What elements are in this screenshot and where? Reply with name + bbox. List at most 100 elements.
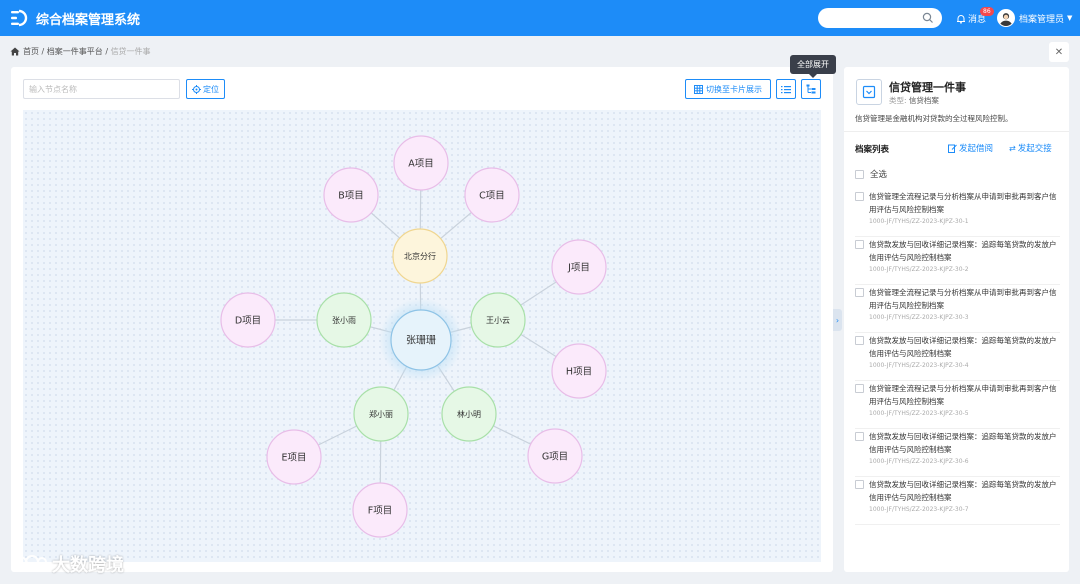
user-menu[interactable]: 档案管理员 ▼ [997, 9, 1072, 27]
locate-label: 定位 [203, 84, 219, 94]
expand-all-button[interactable] [801, 79, 821, 99]
graph-node[interactable]: E项目 [266, 429, 322, 485]
archive-title[interactable]: 信贷管理全流程记录与分析档案从申请到审批再到客户信用评估与风险控制档案 [869, 190, 1061, 216]
breadcrumb-home[interactable]: 首页 [23, 46, 39, 57]
app-title: 综合档案管理系统 [36, 12, 141, 28]
tree-icon [806, 84, 816, 94]
archive-item[interactable]: 信贷款发放与回收详细记录档案：追踪每笔贷款的发放户信用评估与风险控制档案 1000… [855, 333, 1060, 381]
watermark-text: 大数跨境 [52, 555, 124, 576]
watermark-logo-icon [12, 555, 47, 572]
graph-node[interactable]: C项目 [464, 167, 520, 223]
graph-node[interactable]: 北京分行 [392, 228, 448, 284]
graph-node[interactable]: 王小云 [470, 292, 526, 348]
archive-list-title: 档案列表 [855, 145, 890, 155]
graph-node-label: 北京分行 [404, 251, 436, 261]
switch-card-view-button[interactable]: 切换至卡片展示 [685, 79, 771, 99]
graph-node[interactable]: F项目 [352, 482, 408, 538]
list-icon [781, 85, 791, 93]
archive-item[interactable]: 信贷管理全流程记录与分析档案从申请到审批再到客户信用评估与风险控制档案 1000-… [855, 381, 1060, 429]
expand-all-tooltip: 全部展开 [790, 55, 836, 78]
archive-item[interactable]: 信贷款发放与回收详细记录档案：追踪每笔贷款的发放户信用评估与风险控制档案 1000… [855, 237, 1060, 285]
breadcrumb-current: 信贷一件事 [110, 47, 151, 56]
graph-node-label: E项目 [281, 452, 306, 463]
avatar [997, 9, 1015, 27]
chevron-right-icon: › [835, 315, 840, 325]
global-search-input[interactable] [818, 8, 942, 28]
breadcrumb-platform[interactable]: 档案一件事平台 [47, 46, 103, 57]
graph-node[interactable]: J项目 [551, 239, 607, 295]
logo-icon [11, 9, 28, 27]
checkbox[interactable] [855, 169, 864, 179]
close-icon: ✕ [1054, 46, 1064, 58]
breadcrumb-separator: / [102, 47, 111, 56]
archive-title[interactable]: 信贷管理全流程记录与分析档案从申请到审批再到客户信用评估与风险控制档案 [869, 382, 1061, 408]
graph-node-label: H项目 [566, 366, 592, 377]
graph-panel: 定位 切换至卡片展示 [11, 67, 833, 572]
archive-list: 信贷管理全流程记录与分析档案从申请到审批再到客户信用评估与风险控制档案 1000-… [855, 189, 1060, 525]
checkbox[interactable] [855, 432, 864, 441]
checkbox[interactable] [855, 480, 864, 489]
node-search-input[interactable] [23, 79, 180, 99]
watermark: 大数跨境 [10, 551, 124, 577]
checkbox[interactable] [855, 336, 864, 345]
graph-node-label: 林小明 [457, 409, 481, 419]
graph-node[interactable]: G项目 [527, 428, 583, 484]
graph-node[interactable]: H项目 [551, 343, 607, 399]
checkbox[interactable] [855, 384, 864, 393]
archive-title[interactable]: 信贷款发放与回收详细记录档案：追踪每笔贷款的发放户信用评估与风险控制档案 [869, 334, 1061, 360]
list-view-button[interactable] [776, 79, 796, 99]
message-count-badge: 86 [980, 7, 994, 16]
crosshair-icon [192, 84, 201, 94]
archive-item[interactable]: 信贷款发放与回收详细记录档案：追踪每笔贷款的发放户信用评估与风险控制档案 1000… [855, 429, 1060, 477]
transfer-button[interactable]: ⇄ 发起交接 [1009, 142, 1052, 155]
archive-title[interactable]: 信贷款发放与回收详细记录档案：追踪每笔贷款的发放户信用评估与风险控制档案 [869, 478, 1061, 504]
graph-node[interactable]: A项目 [393, 135, 449, 191]
type-label: 类型: [889, 96, 907, 105]
archive-title[interactable]: 信贷管理全流程记录与分析档案从申请到审批再到客户信用评估与风险控制档案 [869, 286, 1061, 312]
graph-node[interactable]: D项目 [220, 292, 276, 348]
archive-code: 1000-JF/TYHS/ZZ-2023-KJPZ-30-7 [869, 506, 969, 513]
archive-item[interactable]: 信贷管理全流程记录与分析档案从申请到审批再到客户信用评估与风险控制档案 1000-… [855, 285, 1060, 333]
card-view-label: 切换至卡片展示 [706, 84, 762, 94]
graph-node[interactable]: 张小雨 [316, 292, 372, 348]
select-all-label: 全选 [870, 170, 888, 180]
collapse-panel-handle[interactable]: › [833, 309, 842, 331]
checkbox[interactable] [855, 288, 864, 297]
archive-code: 1000-JF/TYHS/ZZ-2023-KJPZ-30-3 [869, 314, 969, 321]
graph-node-label: A项目 [408, 158, 434, 169]
relationship-graph-canvas[interactable]: 张珊珊 北京分行张小雨 王小云郑小丽 林小明 A项目 B项目 C项目 D项目 J项目 H项目 E项目… [23, 110, 821, 562]
checkbox[interactable] [855, 240, 864, 249]
borrow-button[interactable]: 发起借阅 [948, 142, 993, 154]
archive-code: 1000-JF/TYHS/ZZ-2023-KJPZ-30-5 [869, 410, 969, 417]
breadcrumb-separator: / [39, 47, 47, 56]
graph-node-label: 张小雨 [332, 316, 356, 325]
archive-item[interactable]: 信贷款发放与回收详细记录档案：追踪每笔贷款的发放户信用评估与风险控制档案 1000… [855, 477, 1060, 525]
detail-panel: 信贷管理一件事 类型: 信贷档案 信贷管理是金融机构对贷款的全过程风险控制。 档… [844, 67, 1069, 572]
archive-box-icon [856, 79, 882, 105]
archive-item[interactable]: 信贷管理全流程记录与分析档案从申请到审批再到客户信用评估与风险控制档案 1000-… [855, 189, 1060, 237]
archive-code: 1000-JF/TYHS/ZZ-2023-KJPZ-30-2 [869, 266, 969, 273]
graph-node-label: D项目 [235, 315, 261, 326]
graph-node-label: G项目 [542, 451, 568, 462]
graph-node[interactable]: 张珊珊 [379, 298, 463, 382]
archive-code: 1000-JF/TYHS/ZZ-2023-KJPZ-30-1 [869, 218, 969, 225]
borrow-label: 发起借阅 [959, 144, 994, 154]
graph-node[interactable]: B项目 [323, 167, 379, 223]
close-button[interactable]: ✕ [1049, 42, 1069, 62]
search-icon[interactable] [922, 12, 934, 24]
detail-title: 信贷管理一件事 [889, 81, 966, 94]
graph-node[interactable]: 郑小丽 [353, 386, 409, 442]
archive-title[interactable]: 信贷款发放与回收详细记录档案：追踪每笔贷款的发放户信用评估与风险控制档案 [869, 238, 1061, 264]
transfer-label: 发起交接 [1017, 144, 1052, 154]
archive-title[interactable]: 信贷款发放与回收详细记录档案：追踪每笔贷款的发放户信用评估与风险控制档案 [869, 430, 1061, 456]
graph-node-label: 郑小丽 [369, 409, 393, 419]
graph-node[interactable]: 林小明 [441, 386, 497, 442]
relationship-graph: 张珊珊 北京分行张小雨 王小云郑小丽 林小明 A项目 B项目 C项目 D项目 J项目 H项目 E项目… [220, 135, 607, 538]
archive-code: 1000-JF/TYHS/ZZ-2023-KJPZ-30-4 [869, 362, 969, 369]
checkbox[interactable] [855, 192, 864, 201]
type-value: 信贷档案 [908, 96, 939, 105]
home-icon[interactable] [10, 47, 20, 56]
select-all-checkbox[interactable]: 全选 [855, 168, 887, 180]
locate-button[interactable]: 定位 [186, 79, 225, 99]
graph-node-label: B项目 [338, 190, 364, 201]
